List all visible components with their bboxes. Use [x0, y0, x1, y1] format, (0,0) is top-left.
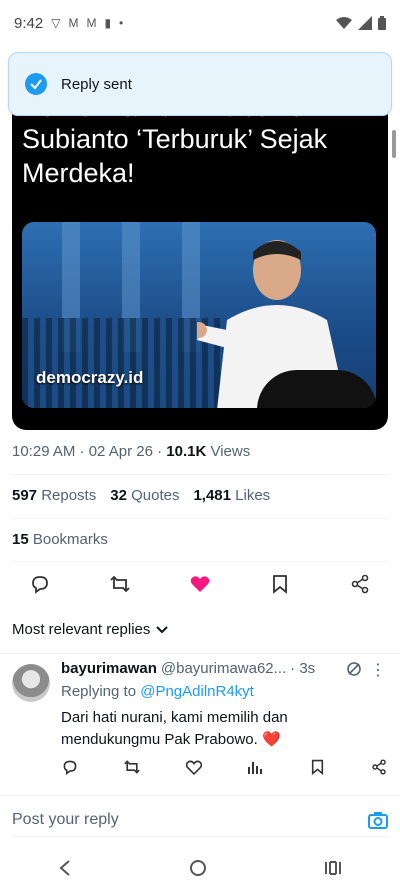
recents-icon[interactable] [324, 860, 342, 876]
status-left: 9:42 ▽ M M ▮ • [14, 15, 123, 32]
image-watermark: democrazy.id [36, 368, 144, 387]
like-icon[interactable] [185, 758, 203, 776]
bookmark-icon[interactable] [308, 758, 326, 776]
gmail-icon-2: M [86, 16, 97, 30]
wifi-icon [336, 17, 352, 29]
more-options-icon[interactable]: ⋮ [370, 660, 386, 680]
grok-icon[interactable] [346, 661, 362, 677]
tweet-media-card[interactable]: Pemerintahan Prabowo Subianto ‘Terburuk’… [12, 92, 388, 430]
vpn-icon: ▽ [51, 16, 61, 30]
tweet-action-bar [28, 572, 372, 596]
divider [12, 474, 388, 475]
repost-icon[interactable] [123, 758, 141, 776]
system-nav-bar [0, 846, 400, 889]
reply-author-name[interactable]: bayurimawan [61, 660, 157, 677]
podium [257, 370, 376, 408]
replies-sort-label: Most relevant replies [12, 621, 151, 638]
reply-action-bar [61, 758, 388, 776]
tweet-stats: 597 Reposts 32 Quotes 1,481 Likes [12, 487, 270, 504]
battery-icon [378, 16, 386, 30]
headline: Subianto ‘Terburuk’ Sejak Merdeka! [22, 124, 328, 188]
bookmarks-stat[interactable]: 15 Bookmarks [12, 531, 108, 548]
divider [12, 518, 388, 519]
replying-to: Replying to @PngAdilnR4kyt [61, 683, 254, 700]
dot-icon: • [119, 16, 124, 30]
reply-composer[interactable]: Post your reply [12, 806, 388, 834]
views-label: Views [206, 443, 251, 460]
avatar[interactable] [12, 664, 50, 702]
chevron-down-icon [156, 625, 169, 633]
divider [0, 795, 400, 796]
reply-input[interactable]: Post your reply [12, 811, 119, 829]
reply-author-handle[interactable]: @bayurimawa62... [161, 660, 286, 677]
tweet-meta: 10:29 AM · 02 Apr 26 · 10.1K Views [12, 443, 250, 460]
divider [0, 653, 400, 654]
status-bar: 9:42 ▽ M M ▮ • [0, 0, 400, 46]
gmail-icon: M [68, 16, 79, 30]
reply-time: · 3s [290, 660, 316, 677]
reply-sent-toast: Reply sent [8, 52, 392, 116]
tweet-timestamp[interactable]: 10:29 AM · 02 Apr 26 · [12, 443, 166, 460]
photo-crowd [22, 318, 222, 408]
status-right [336, 16, 386, 30]
reply-icon[interactable] [28, 572, 52, 596]
reply-header: bayurimawan @bayurimawa62... · 3s [61, 660, 388, 677]
back-icon[interactable] [58, 859, 72, 876]
quotes-stat[interactable]: 32 Quotes [110, 487, 179, 504]
signal-icon [358, 16, 372, 30]
views-count: 10.1K [166, 443, 207, 460]
replies-sort-toggle[interactable]: Most relevant replies [12, 621, 169, 638]
camera-icon[interactable] [368, 811, 388, 829]
replying-to-handle[interactable]: @PngAdilnR4kyt [140, 683, 254, 700]
tweet-photo[interactable]: democrazy.id [22, 222, 376, 408]
replying-prefix: Replying to [61, 683, 141, 700]
repost-icon[interactable] [108, 572, 132, 596]
analytics-icon[interactable] [246, 758, 264, 776]
home-icon[interactable] [189, 859, 207, 877]
bookmark-icon[interactable] [268, 572, 292, 596]
share-icon[interactable] [370, 758, 388, 776]
reply-icon[interactable] [61, 758, 79, 776]
check-circle-icon [25, 73, 47, 95]
scrollbar[interactable] [392, 130, 396, 158]
reply-text: Dari hati nurani, kami memilih dan mendu… [61, 709, 288, 748]
toast-message: Reply sent [61, 75, 132, 93]
divider [12, 836, 388, 837]
reposts-stat[interactable]: 597 Reposts [12, 487, 96, 504]
likes-stat[interactable]: 1,481 Likes [193, 487, 270, 504]
divider [12, 561, 388, 562]
share-icon[interactable] [348, 572, 372, 596]
like-icon[interactable] [188, 572, 212, 596]
battery-small-icon: ▮ [104, 16, 112, 30]
status-time: 9:42 [14, 14, 44, 32]
